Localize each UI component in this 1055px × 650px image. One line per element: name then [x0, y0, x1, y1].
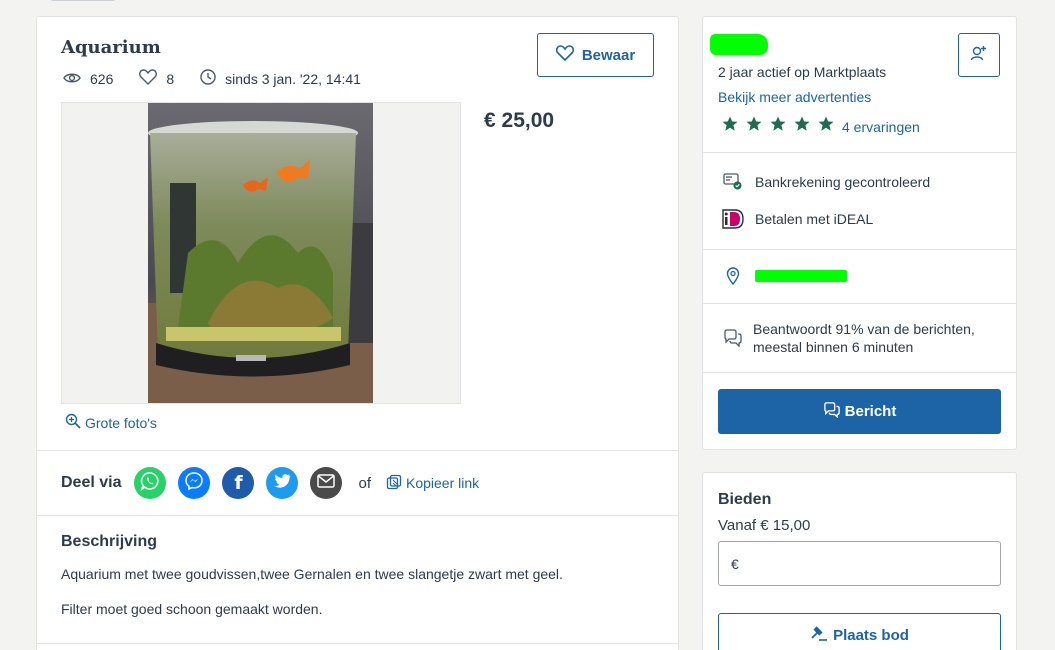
share-or-label: of: [358, 474, 371, 492]
divider: [703, 152, 1016, 153]
views-count: 626: [90, 70, 114, 87]
response-line-2: meestal binnen 6 minuten: [753, 339, 914, 355]
heart-icon: [139, 69, 166, 88]
place-bid-button[interactable]: Plaats bod: [718, 613, 1001, 650]
whatsapp-icon: [140, 471, 160, 496]
listing-title: Aquarium: [61, 37, 161, 58]
since-date: sinds 3 jan. '22, 14:41: [225, 70, 361, 87]
share-twitter-button[interactable]: [266, 467, 299, 499]
divider: [37, 450, 678, 451]
chat-bubbles-icon: [722, 329, 744, 347]
bid-amount-input[interactable]: [744, 555, 985, 572]
ideal-row: Betalen met iDEAL: [722, 209, 873, 229]
divider: [37, 515, 678, 516]
share-label: Deel via: [61, 474, 122, 491]
listing-price: € 25,00: [484, 109, 555, 132]
description-line-2: Filter moet goed schoon gemaakt worden.: [61, 601, 323, 617]
seller-card: 2 jaar actief op Marktplaats Bekijk meer…: [702, 16, 1017, 450]
listing-stats: 626 8 sinds 3 jan. '22, 14:41: [63, 69, 387, 88]
mail-icon: [317, 473, 336, 493]
bid-minimum: Vanaf € 15,00: [718, 517, 811, 534]
location-row: [722, 267, 847, 285]
zoom-in-icon: [65, 413, 85, 432]
clock-icon: [200, 69, 225, 88]
since-stat: sinds 3 jan. '22, 14:41: [200, 69, 361, 88]
place-bid-label: Plaats bod: [833, 627, 909, 644]
seller-rating: 4 ervaringen: [722, 116, 920, 137]
divider: [703, 303, 1016, 304]
bank-verified-label: Bankrekening gecontroleerd: [755, 174, 931, 190]
star-icon: [722, 116, 738, 137]
large-photos-link[interactable]: Grote foto's: [65, 413, 157, 432]
eye-icon: [63, 71, 90, 87]
response-row: Beantwoordt 91% van de berichten, meesta…: [722, 320, 975, 356]
share-whatsapp-button[interactable]: [134, 467, 167, 499]
reviews-link[interactable]: 4 ervaringen: [842, 119, 920, 135]
share-facebook-button[interactable]: f: [222, 467, 255, 499]
copy-icon: [386, 474, 406, 493]
seller-active-since: 2 jaar actief op Marktplaats: [718, 64, 887, 80]
copy-link-label: Kopieer link: [406, 475, 480, 491]
twitter-icon: [273, 473, 291, 494]
share-email-button[interactable]: [310, 467, 343, 499]
views-stat: 626: [63, 71, 113, 87]
divider: [703, 372, 1016, 373]
divider: [37, 643, 678, 644]
bid-amount-field[interactable]: €: [718, 541, 1001, 586]
gavel-icon: [810, 625, 833, 646]
description-line-1: Aquarium met twee goudvissen,twee Gernal…: [61, 566, 563, 582]
listing-card: Aquarium 626 8 sinds 3 jan. '22, 14:41 B…: [36, 16, 679, 650]
response-text: Beantwoordt 91% van de berichten, meesta…: [753, 320, 975, 356]
messenger-icon: [184, 471, 204, 496]
add-person-icon: [970, 44, 988, 67]
large-photos-label: Grote foto's: [85, 414, 157, 431]
bid-title: Bieden: [718, 491, 772, 508]
heart-icon: [555, 45, 582, 65]
share-bar: Deel via f of Kopieer link: [61, 467, 479, 499]
bank-check-icon: [722, 173, 744, 191]
copy-link-button[interactable]: Kopieer link: [386, 474, 479, 493]
save-button-label: Bewaar: [581, 46, 636, 64]
location-pin-icon: [722, 267, 744, 285]
favorites-stat: 8: [139, 69, 174, 88]
follow-seller-button[interactable]: [958, 33, 1000, 77]
favorites-count: 8: [166, 70, 175, 87]
star-icon: [818, 116, 834, 137]
chat-icon: [823, 401, 845, 422]
location-redacted: [755, 270, 847, 282]
divider: [703, 249, 1016, 250]
ideal-label: Betalen met iDEAL: [755, 211, 874, 227]
bank-verified-row: Bankrekening gecontroleerd: [722, 173, 930, 191]
currency-symbol: €: [731, 555, 739, 572]
save-button[interactable]: Bewaar: [537, 33, 654, 77]
message-button-label: Bericht: [844, 403, 897, 420]
description-title: Beschrijving: [61, 533, 158, 550]
facebook-icon: f: [234, 472, 243, 494]
message-button[interactable]: Bericht: [718, 389, 1001, 434]
ideal-icon: [722, 209, 744, 229]
response-line-1: Beantwoordt 91% van de berichten,: [753, 321, 975, 337]
top-tab-indicator: [50, 0, 116, 1]
bid-card: Bieden Vanaf € 15,00 € Plaats bod: [702, 472, 1017, 650]
share-messenger-button[interactable]: [178, 467, 211, 499]
photo-viewer[interactable]: [61, 102, 461, 404]
star-icon: [794, 116, 810, 137]
listing-photo[interactable]: [148, 103, 373, 403]
more-ads-link[interactable]: Bekijk meer advertenties: [718, 89, 871, 105]
star-icon: [746, 116, 762, 137]
seller-name-redacted: [710, 34, 768, 55]
star-icon: [770, 116, 786, 137]
